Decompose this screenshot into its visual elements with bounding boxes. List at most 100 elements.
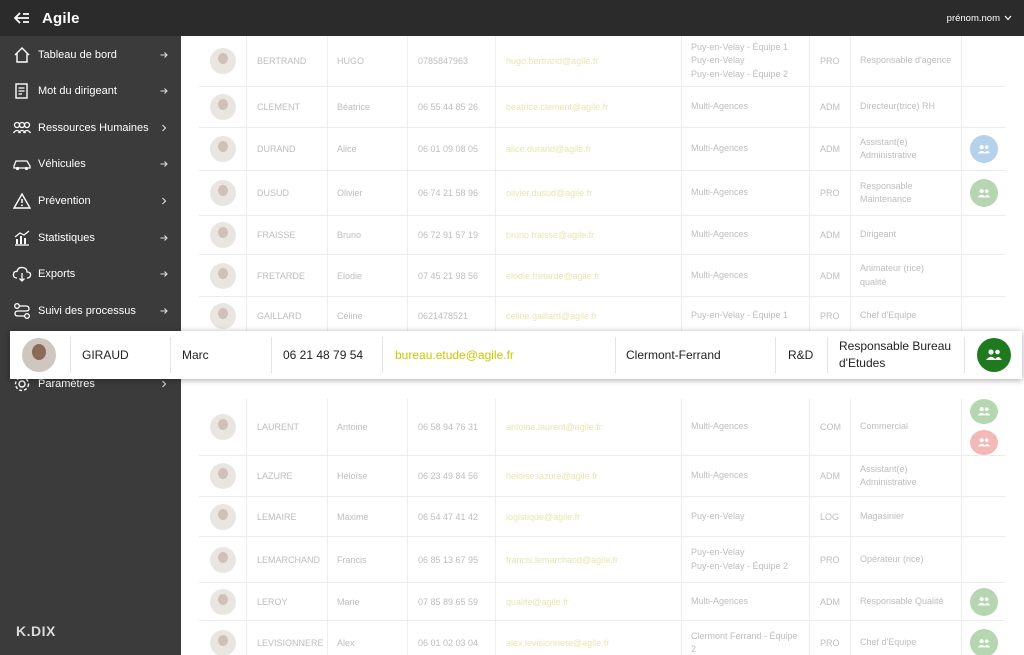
staff-email[interactable]: antoine.laurent@agile.fr — [495, 399, 681, 455]
sidebar-item-mot-du-dirigeant[interactable]: Mot du dirigeant — [0, 74, 181, 108]
staff-role: Opérateur (rice) — [850, 537, 961, 582]
table-row[interactable]: LEMARCHAND Francis 06 85 13 67 95 francis.l… — [199, 537, 1005, 583]
staff-email[interactable]: elodie.fretarde@agile.fr — [495, 255, 681, 296]
table-row[interactable]: FRAISSE Bruno 06 72 91 57 19 bruno.fraisse@… — [199, 216, 1005, 255]
staff-phone: 06 21 48 79 54 — [271, 337, 382, 373]
staff-role: Magasinier — [850, 497, 961, 536]
sidebar-item-ressources-humaines[interactable]: Ressources Humaines — [0, 111, 181, 145]
staff-site: Puy-en-Velay Puy-en-Velay - Équipe 2 — [681, 537, 809, 582]
staff-email[interactable]: olivier.dusud@agile.fr — [495, 171, 681, 215]
user-menu[interactable]: prénom.nom — [947, 13, 1012, 24]
sidebar-item-statistiques[interactable]: Statistiques — [0, 221, 181, 255]
staff-department: PRO — [809, 297, 850, 334]
group-badge[interactable] — [969, 629, 998, 655]
table-row[interactable]: LEROY Marie 07 85 89 65 59 qualite@agile.fr… — [199, 583, 1005, 621]
sidebar-item-exports[interactable]: Exports — [0, 257, 181, 291]
staff-email[interactable]: bruno.fraisse@agile.fr — [495, 216, 681, 254]
staff-department: ADM — [809, 583, 850, 620]
group-badge[interactable] — [969, 135, 998, 163]
group-icon — [977, 188, 990, 197]
avatar — [209, 136, 236, 162]
arrow-right-icon — [160, 87, 168, 95]
arrow-right-icon — [160, 234, 168, 242]
staff-first-name: Elodie — [327, 255, 407, 296]
staff-phone: 07 45 21 98 56 — [407, 255, 495, 296]
staff-role: Chef d'Equipe — [850, 297, 961, 334]
staff-first-name: Alice — [327, 128, 407, 170]
app-title: Agile — [42, 9, 80, 27]
staff-photo — [199, 583, 246, 620]
arrow-right-icon — [160, 270, 168, 278]
staff-phone: 0785847963 — [407, 36, 495, 86]
staff-email[interactable]: hugo.bertrand@agile.fr — [495, 36, 681, 86]
group-badge[interactable] — [969, 430, 998, 455]
sidebar-item-tableau-de-bord[interactable]: Tableau de bord — [0, 38, 181, 72]
highlighted-staff-row[interactable]: GIRAUD Marc 06 21 48 79 54 bureau.etude@… — [10, 331, 1022, 379]
sidebar-item-label: Prévention — [38, 195, 91, 207]
avatar — [209, 222, 236, 248]
staff-email[interactable]: celine.gaillard@agile.fr — [495, 297, 681, 334]
staff-department: ADM — [809, 216, 850, 254]
staff-badges — [961, 399, 1005, 455]
chevron-right-icon — [160, 124, 168, 132]
staff-email[interactable]: logistique@agile.fr — [495, 497, 681, 536]
home-icon — [11, 44, 33, 66]
staff-phone: 07 85 89 65 59 — [407, 583, 495, 620]
staff-department: PRO — [809, 537, 850, 582]
arrow-right-icon — [160, 160, 168, 168]
table-row[interactable]: BERTRAND HUGO 0785847963 hugo.bertrand@agil… — [199, 36, 1005, 87]
staff-last-name: BERTRAND — [246, 36, 327, 86]
staff-phone: 06 74 21 58 96 — [407, 171, 495, 215]
staff-role: Responsable Qualité — [850, 583, 961, 620]
sidebar-item-vehicules[interactable]: Véhicules — [0, 147, 181, 181]
table-row[interactable]: LAURENT Antoine 06 58 94 76 31 antoine.laur… — [199, 399, 1005, 456]
back-icon[interactable] — [2, 12, 42, 24]
staff-last-name: LAURENT — [246, 399, 327, 455]
staff-department: ADM — [809, 128, 850, 170]
group-badge[interactable] — [969, 587, 998, 616]
table-row[interactable]: CLEMENT Béatrice 06 55 44 85 26 beatrice.cl… — [199, 87, 1005, 128]
sidebar-item-suivi-des-processus[interactable]: Suivi des processus — [0, 294, 181, 328]
avatar — [22, 338, 56, 372]
staff-first-name: Marc — [170, 337, 271, 373]
table-row[interactable]: FRETARDE Elodie 07 45 21 98 56 elodie.freta… — [199, 255, 1005, 297]
staff-email[interactable]: francis.lemarchand@agile.fr — [495, 537, 681, 582]
staff-site: Puy-en-Velay — [681, 497, 809, 536]
group-badge[interactable] — [969, 179, 998, 207]
sidebar-item-label: Exports — [38, 268, 76, 280]
staff-photo — [199, 621, 246, 655]
chevron-right-icon — [160, 380, 168, 388]
staff-email[interactable]: alex.levisionnere@agile.fr — [495, 621, 681, 655]
staff-photo — [199, 456, 246, 496]
avatar — [209, 94, 236, 120]
staff-last-name: GAILLARD — [246, 297, 327, 334]
sidebar-item-label: Ressources Humaines — [38, 122, 149, 134]
staff-badges — [961, 537, 1005, 582]
sidebar-item-prevention[interactable]: Prévention — [0, 184, 181, 218]
staff-badges — [961, 128, 1005, 170]
group-icon — [977, 438, 990, 447]
staff-email[interactable]: alice.durand@agile.fr — [495, 128, 681, 170]
staff-site: Puy-en-Velay - Équipe 1 — [681, 297, 809, 334]
table-row[interactable]: DURAND Alice 06 01 09 08 05 alice.durand@ag… — [199, 128, 1005, 171]
people-icon — [11, 117, 33, 139]
sidebar-item-label: Tableau de bord — [38, 49, 117, 61]
staff-first-name: Marie — [327, 583, 407, 620]
staff-email[interactable]: beatrice.clement@agile.fr — [495, 87, 681, 127]
staff-badges — [961, 87, 1005, 127]
process-icon — [11, 300, 33, 322]
table-row[interactable]: GAILLARD Céline 0621478521 celine.gaillard@… — [199, 297, 1005, 335]
staff-email[interactable]: bureau.etude@agile.fr — [382, 337, 615, 373]
table-row[interactable]: LEMAIRE Maxime 06 54 47 41 42 logistique@ag… — [199, 497, 1005, 537]
table-row[interactable]: DUSUD Olivier 06 74 21 58 96 olivier.dusud@… — [199, 171, 1005, 216]
staff-role: Animateur (rice) qualité — [850, 255, 961, 296]
table-row[interactable]: LAZURE Héloïse 06 23 49 84 56 heloise.lazur… — [199, 456, 1005, 497]
staff-department: COM — [809, 399, 850, 455]
group-badge[interactable] — [976, 338, 1011, 372]
group-badge[interactable] — [969, 399, 998, 424]
table-row[interactable]: LEVISIONNERE Alex 06 01 02 03 04 alex.levis… — [199, 621, 1005, 655]
staff-site: Multi-Agences — [681, 399, 809, 455]
staff-role: Directeur(trice) RH — [850, 87, 961, 127]
staff-email[interactable]: qualite@agile.fr — [495, 583, 681, 620]
staff-email[interactable]: heloise.lazure@agile.fr — [495, 456, 681, 496]
